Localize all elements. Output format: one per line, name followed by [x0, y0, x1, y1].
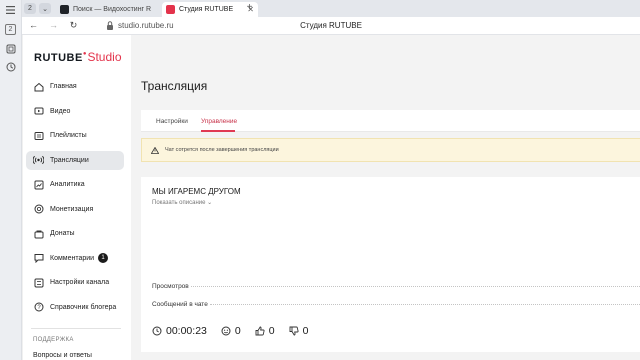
browser-side-panel: 2	[0, 0, 22, 360]
help-icon: ?	[33, 302, 44, 313]
page-title: Трансляция	[141, 79, 208, 93]
video-icon	[33, 106, 44, 117]
tab-settings[interactable]: Настройки	[156, 118, 188, 125]
thumbs-up-icon	[255, 326, 265, 336]
sidebar-item-label: Комментарии	[50, 254, 95, 262]
stat-views-row: Просмотров	[152, 283, 640, 290]
dotted-leader	[209, 304, 640, 305]
viewers-icon	[221, 326, 231, 336]
monetization-icon	[33, 204, 44, 215]
menu-icon[interactable]	[5, 4, 16, 15]
side-badge-icon[interactable]: 2	[5, 24, 16, 35]
sidebar-item-label: Монетизация	[50, 205, 94, 213]
dotted-leader	[190, 286, 640, 287]
dislikes-stat: 0	[289, 325, 309, 337]
viewers-stat: 0	[221, 325, 241, 337]
chat-warning-banner: Чат сотрется после завершения трансляции	[141, 138, 640, 162]
warning-text: Чат сотрется после завершения трансляции	[165, 147, 279, 153]
sidebar-item-playlists[interactable]: Плейлисты	[26, 126, 124, 145]
tab-management[interactable]: Управление	[201, 118, 237, 125]
active-tab-indicator	[201, 130, 235, 132]
rutube-studio-logo[interactable]: RUTUBE ● Studio	[34, 50, 122, 64]
tab-title: Поиск — Видохостинг R	[73, 6, 152, 13]
sidebar-item-home[interactable]: Главная	[26, 77, 124, 96]
likes-stat: 0	[255, 325, 275, 337]
broadcast-tabs: Настройки Управление	[141, 110, 640, 132]
home-icon	[33, 81, 44, 92]
playlist-icon	[33, 130, 44, 141]
support-section-title: ПОДДЕРЖКА	[33, 337, 74, 343]
sidebar-item-comments[interactable]: Комментарии 1	[26, 249, 124, 268]
broadcast-icon	[33, 155, 44, 166]
sidebar-item-channel-settings[interactable]: Настройки канала	[26, 273, 124, 292]
history-icon[interactable]	[5, 61, 16, 72]
analytics-icon	[33, 179, 44, 190]
logo-suffix: Studio	[87, 50, 122, 64]
stat-label: Сообщений в чате	[152, 301, 208, 308]
duration-stat: 00:00:23	[152, 325, 207, 337]
sidebar-item-label: Видео	[50, 107, 71, 115]
clock-icon	[152, 326, 162, 336]
comments-count-badge: 1	[98, 253, 109, 263]
search-tab-favicon	[60, 5, 69, 14]
tab-count-button[interactable]: 2	[24, 3, 36, 14]
studio-tab-favicon	[166, 5, 175, 14]
chevron-down-icon: ⌄	[207, 200, 213, 206]
sidebar-item-faq[interactable]: Вопросы и ответы	[33, 352, 92, 359]
sidebar-item-label: Донаты	[50, 230, 75, 237]
warning-icon	[151, 146, 159, 154]
collections-icon[interactable]	[5, 43, 16, 54]
chevron-down-icon[interactable]: ⌄	[39, 3, 51, 14]
tab-title: Студия RUTUBE	[179, 6, 234, 13]
sidebar-item-video[interactable]: Видео	[26, 102, 124, 121]
settings-icon	[33, 277, 44, 288]
show-description-link[interactable]: Показать описание ⌄	[152, 199, 212, 206]
sidebar-item-label: Трансляции	[50, 156, 89, 164]
show-description-label: Показать описание	[152, 200, 206, 206]
tab-search[interactable]: Поиск — Видохостинг R	[56, 2, 158, 17]
sidebar-item-label: Плейлисты	[50, 132, 87, 139]
stream-live-stats: 00:00:23 0 0 0	[152, 325, 322, 337]
dislikes-value: 0	[302, 325, 309, 337]
sidebar-item-label: Справочник блогера	[50, 303, 117, 311]
stream-card: МЫ ИГАРЕМС ДРУГОМ Показать описание ⌄ Пр…	[141, 177, 640, 352]
logo-star-icon: ●	[82, 51, 87, 57]
stat-label: Просмотров	[152, 283, 189, 290]
sidebar-item-label: Настройки канала	[50, 279, 110, 286]
new-tab-button[interactable]: +	[244, 3, 255, 14]
stat-chat-messages-row: Сообщений в чате	[152, 301, 640, 308]
tab-strip: 2 ⌄ Поиск — Видохостинг R Студия RUTUBE …	[22, 0, 640, 17]
thumbs-down-icon	[289, 326, 299, 336]
sidebar-item-analytics[interactable]: Аналитика	[26, 175, 124, 194]
sidebar-item-broadcasts[interactable]: Трансляции	[26, 150, 124, 170]
duration-value: 00:00:23	[166, 325, 207, 337]
sidebar-divider	[31, 328, 121, 329]
comments-icon	[33, 253, 44, 264]
sidebar-item-blogger-guide[interactable]: ? Справочник блогера	[26, 298, 124, 317]
viewers-value: 0	[234, 325, 241, 337]
likes-value: 0	[268, 325, 275, 337]
studio-sidebar: RUTUBE ● Studio Главная Видео Плейлисты …	[23, 35, 131, 360]
address-bar: ← → ↻ studio.rutube.ru Студия RUTUBE	[22, 17, 640, 35]
donate-icon	[33, 228, 44, 239]
sidebar-item-label: Главная	[50, 83, 77, 90]
browser-page-title: Студия RUTUBE	[300, 21, 362, 30]
stream-title: МЫ ИГАРЕМС ДРУГОМ	[152, 187, 241, 196]
sidebar-item-label: Аналитика	[50, 181, 85, 188]
sidebar-item-monetization[interactable]: Монетизация	[26, 200, 124, 219]
sidebar-item-donations[interactable]: Донаты	[26, 224, 124, 243]
sidebar-menu: Главная Видео Плейлисты Трансляции Анали…	[26, 77, 124, 322]
logo-text: RUTUBE	[34, 52, 83, 64]
studio-page: RUTUBE ● Studio Главная Видео Плейлисты …	[23, 35, 640, 360]
